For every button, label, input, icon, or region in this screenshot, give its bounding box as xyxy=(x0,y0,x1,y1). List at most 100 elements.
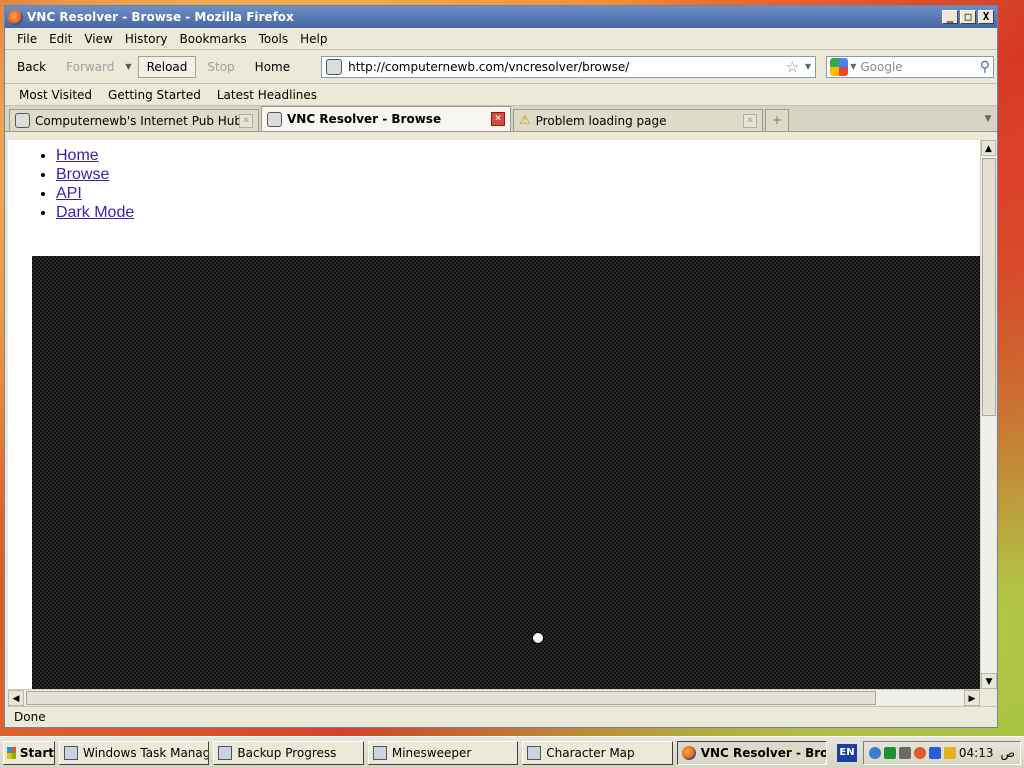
tab-vnc-resolver[interactable]: VNC Resolver - Browse ✕ xyxy=(261,106,511,131)
bookmarks-toolbar: Most Visited Getting Started Latest Head… xyxy=(5,84,997,106)
home-button[interactable]: Home xyxy=(246,56,299,78)
horizontal-scrollbar[interactable]: ◀ ▶ xyxy=(8,689,980,706)
page-content: Home Browse API Dark Mode xyxy=(8,140,980,689)
taskbar: Start Windows Task Manager Backup Progre… xyxy=(0,736,1024,768)
home-link[interactable]: Home xyxy=(56,147,99,164)
network-icon[interactable] xyxy=(868,746,881,759)
dark-mode-link[interactable]: Dark Mode xyxy=(56,204,134,221)
forward-button[interactable]: Forward xyxy=(57,56,123,78)
task-label: VNC Resolver - Brow... xyxy=(700,745,828,760)
menu-history[interactable]: History xyxy=(119,32,174,46)
character-map-icon xyxy=(527,745,542,760)
close-tab-icon[interactable]: ✕ xyxy=(239,113,253,128)
bookmark-getting-started[interactable]: Getting Started xyxy=(100,88,209,102)
menu-file[interactable]: File xyxy=(11,32,43,46)
back-button[interactable]: Back xyxy=(8,56,55,78)
tab-list-dropdown-icon[interactable]: ▼ xyxy=(979,109,997,131)
start-button[interactable]: Start xyxy=(3,740,55,765)
site-icon xyxy=(267,111,282,127)
nav-item-browse: Browse xyxy=(56,165,980,184)
site-icon xyxy=(15,113,30,128)
horizontal-scroll-thumb[interactable] xyxy=(26,690,876,705)
vnc-screenshot xyxy=(32,256,980,689)
api-link[interactable]: API xyxy=(56,185,82,202)
nav-item-api: API xyxy=(56,184,980,203)
task-label: Character Map xyxy=(546,745,635,760)
vertical-scroll-thumb[interactable] xyxy=(982,158,996,416)
scroll-up-icon[interactable]: ▲ xyxy=(981,140,996,156)
tray-app-icon[interactable] xyxy=(928,746,941,759)
title-bar[interactable]: VNC Resolver - Browse - Mozilla Firefox … xyxy=(5,6,997,28)
search-input[interactable]: Google xyxy=(860,60,979,74)
clock[interactable]: 04:13 xyxy=(959,746,994,760)
task-firefox[interactable]: VNC Resolver - Brow... xyxy=(676,740,828,765)
window-title: VNC Resolver - Browse - Mozilla Firefox xyxy=(27,10,294,24)
url-dropdown-icon[interactable]: ▼ xyxy=(805,62,811,71)
tray-app-icon[interactable] xyxy=(883,746,896,759)
tab-label: VNC Resolver - Browse xyxy=(287,112,442,126)
start-label: Start xyxy=(19,745,54,760)
navigation-toolbar: Back Forward ▼ Reload Stop Home http://c… xyxy=(5,50,997,84)
bookmark-latest-headlines[interactable]: Latest Headlines xyxy=(209,88,325,102)
url-bar[interactable]: http://computernewb.com/vncresolver/brow… xyxy=(321,55,817,78)
tray-app-icon[interactable] xyxy=(913,746,926,759)
tab-label: Problem loading page xyxy=(535,113,667,128)
task-label: Minesweeper xyxy=(391,745,472,760)
tab-label: Computernewb's Internet Pub Hub xyxy=(35,113,239,128)
task-label: Backup Progress xyxy=(237,745,337,760)
browse-link[interactable]: Browse xyxy=(56,166,109,183)
bookmark-star-icon[interactable]: ☆ xyxy=(786,58,799,76)
task-minesweeper[interactable]: Minesweeper xyxy=(367,740,519,765)
site-identity-icon[interactable] xyxy=(326,58,343,75)
tab-pub-hub[interactable]: Computernewb's Internet Pub Hub ✕ xyxy=(9,109,259,131)
search-bar[interactable]: ▼ Google ⚲ xyxy=(826,55,994,78)
url-input[interactable]: http://computernewb.com/vncresolver/brow… xyxy=(348,60,785,74)
firefox-icon xyxy=(681,745,696,760)
tab-problem-loading[interactable]: ⚠ Problem loading page ✕ xyxy=(513,109,763,131)
reload-button[interactable]: Reload xyxy=(137,55,197,78)
task-backup-progress[interactable]: Backup Progress xyxy=(213,740,364,765)
language-indicator[interactable]: EN xyxy=(837,743,857,762)
stop-button[interactable]: Stop xyxy=(198,56,243,78)
firefox-window: VNC Resolver - Browse - Mozilla Firefox … xyxy=(4,5,998,728)
minimize-button[interactable]: _ xyxy=(942,10,958,24)
nav-item-dark-mode: Dark Mode xyxy=(56,203,980,222)
scroll-left-icon[interactable]: ◀ xyxy=(8,689,24,706)
menu-edit[interactable]: Edit xyxy=(43,32,78,46)
clock-period: ص xyxy=(1000,745,1015,760)
menu-bar: File Edit View History Bookmarks Tools H… xyxy=(5,28,997,50)
search-engine-dropdown-icon[interactable]: ▼ xyxy=(850,62,856,71)
task-character-map[interactable]: Character Map xyxy=(522,740,673,765)
tab-strip: Computernewb's Internet Pub Hub ✕ VNC Re… xyxy=(5,106,997,132)
remote-cursor-icon xyxy=(532,632,544,644)
task-task-manager[interactable]: Windows Task Manager xyxy=(59,740,210,765)
site-nav: Home Browse API Dark Mode xyxy=(56,146,980,222)
tray-app-icon[interactable] xyxy=(943,746,956,759)
menu-tools[interactable]: Tools xyxy=(253,32,295,46)
system-tray: 04:13 ص xyxy=(862,740,1021,765)
task-label: Windows Task Manager xyxy=(83,745,210,760)
scroll-down-icon[interactable]: ▼ xyxy=(981,673,997,689)
close-tab-icon[interactable]: ✕ xyxy=(491,112,505,126)
menu-help[interactable]: Help xyxy=(294,32,333,46)
close-button[interactable]: X xyxy=(978,10,994,24)
nav-item-home: Home xyxy=(56,146,980,165)
minesweeper-icon xyxy=(372,745,387,760)
google-icon[interactable] xyxy=(830,57,849,76)
menu-bookmarks[interactable]: Bookmarks xyxy=(174,32,253,46)
warning-icon: ⚠ xyxy=(519,113,531,128)
firefox-icon xyxy=(8,9,23,25)
menu-view[interactable]: View xyxy=(78,32,118,46)
tray-app-icon[interactable] xyxy=(898,746,911,759)
scroll-right-icon[interactable]: ▶ xyxy=(964,689,980,706)
vertical-scrollbar[interactable]: ▲ ▼ xyxy=(980,140,997,689)
history-dropdown-icon[interactable]: ▼ xyxy=(125,62,131,71)
search-icon[interactable]: ⚲ xyxy=(980,59,990,75)
status-bar: Done xyxy=(8,706,996,726)
status-text: Done xyxy=(14,709,46,724)
windows-logo-icon xyxy=(7,746,16,759)
new-tab-icon[interactable]: + xyxy=(765,109,789,131)
close-tab-icon[interactable]: ✕ xyxy=(743,113,757,128)
maximize-button[interactable]: □ xyxy=(960,10,976,24)
bookmark-most-visited[interactable]: Most Visited xyxy=(11,88,100,102)
